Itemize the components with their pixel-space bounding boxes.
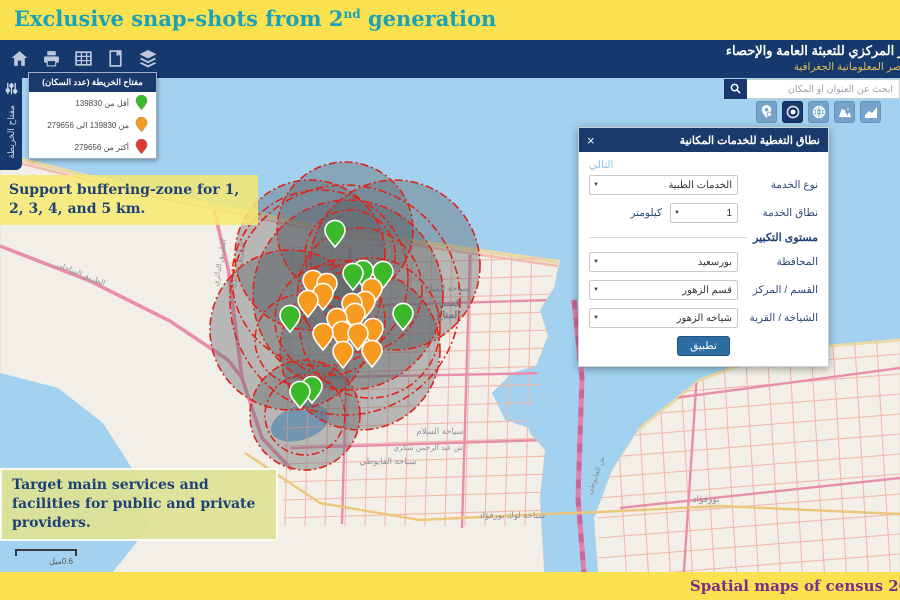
service-type-label: نوع الخدمة <box>746 179 818 191</box>
pin-gear-icon <box>760 105 773 119</box>
map-scalebar: 0.6ميل <box>15 549 77 566</box>
governorate-label: المحافظة <box>746 256 818 268</box>
search-button[interactable] <box>724 79 747 99</box>
target-annotation: Target main services and facilities for … <box>0 468 278 541</box>
coverage-dialog: نطاق التغطية للخدمات المكانية × التالي ن… <box>578 127 829 367</box>
governorate-row: المحافظة بورسعيد ▼ <box>589 252 818 272</box>
dropdown-caret-icon: ▼ <box>593 287 599 293</box>
service-type-row: نوع الخدمة الخدمات الطبية ▼ <box>589 175 818 195</box>
top-banner: Exclusive snap-shots from 2nd generation <box>0 0 900 40</box>
dialog-body: التالي نوع الخدمة الخدمات الطبية ▼ نطاق … <box>579 152 828 366</box>
map-place-label: سياحة السلام <box>416 426 463 437</box>
bottom-banner: Spatial maps of census 2017 <box>0 572 900 600</box>
legend-item-high: أكثر من 279656 <box>29 136 156 158</box>
orange-pin-icon <box>135 117 148 133</box>
service-range-select[interactable]: 1 ▼ <box>670 203 738 223</box>
village-label: الشياخة / القرية <box>746 312 818 324</box>
map-place-label: سياحة لوك بورفؤاد <box>479 510 545 521</box>
dialog-header: نطاق التغطية للخدمات المكانية × <box>579 128 828 152</box>
map-pin-icon <box>838 106 852 119</box>
legend-label: من 139830 الى 279656 <box>47 121 129 130</box>
apply-button[interactable]: تطبيق <box>677 336 730 356</box>
red-pin-icon <box>135 139 148 155</box>
service-type-select[interactable]: الخدمات الطبية ▼ <box>589 175 738 195</box>
zoom-level-section: مستوى التكبير <box>589 231 818 244</box>
agency-title-block: الجهاز المركزي للتعبئة العامة والإحصاء ب… <box>726 43 900 73</box>
home-icon[interactable] <box>10 49 29 68</box>
map-legend-panel: مفتاح الخريطة (عدد السكان) أقل من 139830… <box>28 72 157 159</box>
chart-icon <box>864 106 878 119</box>
scalebar-label: 0.6ميل <box>15 557 73 566</box>
next-link[interactable]: التالي <box>589 159 818 171</box>
zoom-level-section-title: مستوى التكبير <box>753 231 818 244</box>
district-label: القسم / المركز <box>746 284 818 296</box>
dropdown-caret-icon: ▼ <box>674 210 680 216</box>
portal-subtitle: بوابة مصر المعلوماتية الجغرافية <box>726 61 900 73</box>
legend-item-mid: من 139830 الى 279656 <box>29 114 156 136</box>
buffer-annotation: Support buffering-zone for 1, 2, 3, 4, a… <box>0 175 258 225</box>
print-icon[interactable] <box>42 49 61 68</box>
dialog-title: نطاق التغطية للخدمات المكانية <box>680 134 820 147</box>
report-icon[interactable] <box>106 49 125 68</box>
map-place-label: بورفؤاد <box>693 494 720 505</box>
banner-title: Exclusive snap-shots from 2nd generation <box>14 6 496 31</box>
search-input[interactable] <box>747 79 900 99</box>
service-range-label: نطاق الخدمة <box>746 207 818 219</box>
search-icon <box>730 82 741 97</box>
legend-item-low: أقل من 139830 <box>29 92 156 114</box>
dropdown-caret-icon: ▼ <box>593 182 599 188</box>
agency-title: الجهاز المركزي للتعبئة العامة والإحصاء <box>726 43 900 59</box>
legend-label: أقل من 139830 <box>75 99 129 108</box>
close-icon[interactable]: × <box>587 134 595 147</box>
legend-label: أكثر من 279656 <box>75 143 129 152</box>
service-pin-tool-button[interactable] <box>756 101 777 123</box>
search-bar <box>724 79 900 99</box>
buffer-rings-icon <box>786 105 800 119</box>
layers-icon[interactable] <box>138 49 158 68</box>
globe-icon <box>812 105 826 119</box>
buffer-coverage-tool-button[interactable] <box>782 101 803 123</box>
legend-title: مفتاح الخريطة (عدد السكان) <box>29 73 156 92</box>
dropdown-caret-icon: ▼ <box>593 315 599 321</box>
statistics-chart-tool-button[interactable] <box>860 101 881 123</box>
map-route-tool-button[interactable] <box>834 101 855 123</box>
district-select[interactable]: قسم الزهور ▼ <box>589 280 738 300</box>
dropdown-caret-icon: ▼ <box>593 259 599 265</box>
map-key-side-tab[interactable]: مفتاح الخريطة <box>0 78 22 170</box>
scalebar-line <box>15 549 77 556</box>
map-toolbar <box>756 101 881 123</box>
side-tab-label: مفتاح الخريطة <box>6 105 16 159</box>
globe-network-tool-button[interactable] <box>808 101 829 123</box>
footer-credit: Spatial maps of census 2017 <box>690 577 900 595</box>
village-select[interactable]: شياخه الزهور ▼ <box>589 308 738 328</box>
sliders-icon <box>5 82 18 100</box>
map-place-label: سياحة الفايوطي <box>360 456 417 467</box>
map-place-label: ش عبد الرحمن شكري <box>393 443 464 452</box>
range-unit-label: كيلومتر <box>630 207 662 219</box>
district-row: القسم / المركز قسم الزهور ▼ <box>589 280 818 300</box>
service-range-row: نطاق الخدمة 1 ▼ كيلومتر <box>589 203 818 223</box>
green-pin-icon <box>135 95 148 111</box>
table-icon[interactable] <box>74 49 93 68</box>
governorate-select[interactable]: بورسعيد ▼ <box>589 252 738 272</box>
section-divider <box>589 237 747 238</box>
village-row: الشياخة / القرية شياخه الزهور ▼ <box>589 308 818 328</box>
